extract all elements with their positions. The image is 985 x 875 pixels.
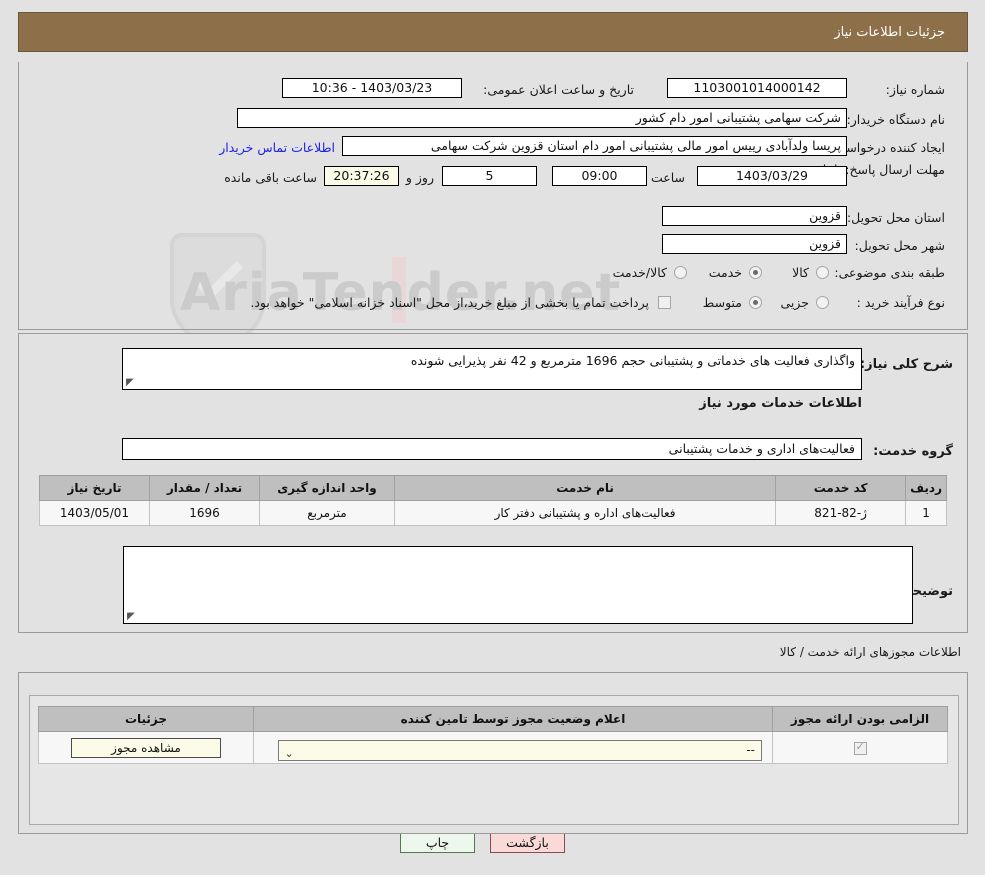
services-heading: اطلاعات خدمات مورد نیاز xyxy=(699,396,862,411)
col-license-details: جزئیات xyxy=(38,706,254,732)
need-details-page: AriaTender.net جزئیات اطلاعات نیاز شماره… xyxy=(0,0,985,875)
licenses-table: الزامی بودن ارائه مجوز اعلام وضعیت مجوز … xyxy=(38,706,948,764)
table-row: 1 ژ-82-821 فعالیت‌های اداره و پشتیبانی د… xyxy=(39,500,947,526)
time-label: ساعت xyxy=(650,170,685,185)
description-value: واگذاری فعالیت های خدماتی و پشتیبانی حجم… xyxy=(410,353,855,368)
remaining-days-value: 5 xyxy=(442,166,537,186)
announce-value: 1403/03/23 - 10:36 xyxy=(282,78,462,98)
col-unit: واحد اندازه گیری xyxy=(259,475,395,501)
deadline-time-value: 09:00 xyxy=(552,166,647,186)
services-table-header-row: ردیف کد خدمت نام خدمت واحد اندازه گیری ت… xyxy=(39,475,947,501)
chevron-down-icon: ⌄ xyxy=(284,747,294,760)
need-details-panel: شرح کلی نیاز: واگذاری فعالیت های خدماتی … xyxy=(18,333,968,633)
print-button[interactable]: چاپ xyxy=(400,833,475,853)
creator-value: پریسا ولدآبادی رییس امور مالی پشتیبانی ا… xyxy=(342,136,847,156)
radio-category-kala-label: کالا xyxy=(792,265,809,280)
buyer-org-value: شرکت سهامی پشتیبانی امور دام کشور xyxy=(237,108,847,128)
col-date: تاریخ نیاز xyxy=(39,475,150,501)
description-textarea[interactable]: واگذاری فعالیت های خدماتی و پشتیبانی حجم… xyxy=(122,348,862,390)
col-code: کد خدمت xyxy=(775,475,907,501)
buyer-org-label: نام دستگاه خریدار: xyxy=(846,112,945,127)
deadline-label: مهلت ارسال پاسخ: تا تاریخ: xyxy=(800,162,945,177)
licenses-table-header-row: الزامی بودن ارائه مجوز اعلام وضعیت مجوز … xyxy=(38,706,948,732)
cell-quantity: 1696 xyxy=(149,500,260,526)
cell-date: 1403/05/01 xyxy=(39,500,150,526)
treasury-note: پرداخت تمام یا بخشی از مبلغ خرید،از محل … xyxy=(250,295,649,310)
creator-label: ایجاد کننده درخواست: xyxy=(829,140,945,155)
col-quantity: تعداد / مقدار xyxy=(149,475,260,501)
countdown-value: 20:37:26 xyxy=(324,166,399,186)
city-label: شهر محل تحویل: xyxy=(854,238,945,253)
city-value: قزوین xyxy=(662,234,847,254)
province-value: قزوین xyxy=(662,206,847,226)
cell-unit: مترمربع xyxy=(259,500,395,526)
cell-name: فعالیت‌های اداره و پشتیبانی دفتر کار xyxy=(393,500,777,526)
radio-category-both[interactable] xyxy=(674,266,687,279)
description-label: شرح کلی نیاز: xyxy=(859,357,953,372)
cell-license-status: ⌄ -- xyxy=(253,731,773,764)
radio-category-kala[interactable] xyxy=(816,266,829,279)
need-number-value: 1103001014000142 xyxy=(667,78,847,98)
province-label: استان محل تحویل: xyxy=(846,210,945,225)
services-table: ردیف کد خدمت نام خدمت واحد اندازه گیری ت… xyxy=(39,475,947,526)
cell-license-details: مشاهده مجوز xyxy=(38,731,254,764)
deadline-date-value: 1403/03/29 xyxy=(697,166,847,186)
page-title: جزئیات اطلاعات نیاز xyxy=(18,12,968,52)
licenses-panel: الزامی بودن ارائه مجوز اعلام وضعیت مجوز … xyxy=(18,672,968,834)
service-group-label: گروه خدمت: xyxy=(873,444,953,459)
radio-category-both-label: کالا/خدمت xyxy=(612,265,667,280)
buyer-contact-link[interactable]: اطلاعات تماس خریدار xyxy=(219,140,335,155)
summary-panel: شماره نیاز: 1103001014000142 تاریخ و ساع… xyxy=(18,62,968,330)
announce-label: تاریخ و ساعت اعلان عمومی: xyxy=(483,82,634,97)
license-required-checkbox[interactable] xyxy=(853,740,867,755)
col-row: ردیف xyxy=(905,475,947,501)
radio-process-motevaset[interactable] xyxy=(749,296,762,309)
cell-license-required xyxy=(772,731,948,764)
col-license-status: اعلام وضعیت مجوز توسط تامین کننده xyxy=(253,706,773,732)
cell-code: ژ-82-821 xyxy=(775,500,907,526)
service-group-field[interactable]: فعالیت‌های اداری و خدمات پشتیبانی xyxy=(122,438,862,460)
col-license-required: الزامی بودن ارائه مجوز xyxy=(772,706,948,732)
view-license-button[interactable]: مشاهده مجوز xyxy=(71,737,221,758)
licenses-section-title: اطلاعات مجوزهای ارائه خدمت / کالا xyxy=(779,645,961,659)
resize-grip-icon-2[interactable]: ◥ xyxy=(127,611,136,622)
process-label: نوع فرآیند خرید : xyxy=(856,295,945,310)
back-button[interactable]: بازگشت xyxy=(490,833,565,853)
resize-grip-icon[interactable]: ◥ xyxy=(126,377,135,388)
radio-process-jozee-label: جزیی xyxy=(780,295,809,310)
radio-category-khedmat[interactable] xyxy=(749,266,762,279)
license-status-dropdown[interactable]: ⌄ -- xyxy=(277,740,762,761)
remaining-days-label: روز و xyxy=(405,170,434,185)
col-name: نام خدمت xyxy=(393,475,777,501)
treasury-checkbox[interactable] xyxy=(658,296,671,309)
radio-category-khedmat-label: خدمت xyxy=(708,265,742,280)
radio-process-motevaset-label: متوسط xyxy=(702,295,742,310)
radio-process-jozee[interactable] xyxy=(816,296,829,309)
cell-row: 1 xyxy=(905,500,947,526)
buyer-notes-textarea[interactable]: ◥ xyxy=(123,546,913,624)
page-title-text: جزئیات اطلاعات نیاز xyxy=(834,24,945,40)
license-status-value: -- xyxy=(746,743,755,757)
category-label: طبقه بندی موضوعی: xyxy=(834,265,945,280)
licenses-inner-box: الزامی بودن ارائه مجوز اعلام وضعیت مجوز … xyxy=(29,695,959,825)
need-number-label: شماره نیاز: xyxy=(885,82,945,97)
table-row: ⌄ -- مشاهده مجوز xyxy=(38,731,948,764)
service-group-value: فعالیت‌های اداری و خدمات پشتیبانی xyxy=(668,441,855,456)
countdown-label: ساعت باقی مانده xyxy=(224,170,317,185)
